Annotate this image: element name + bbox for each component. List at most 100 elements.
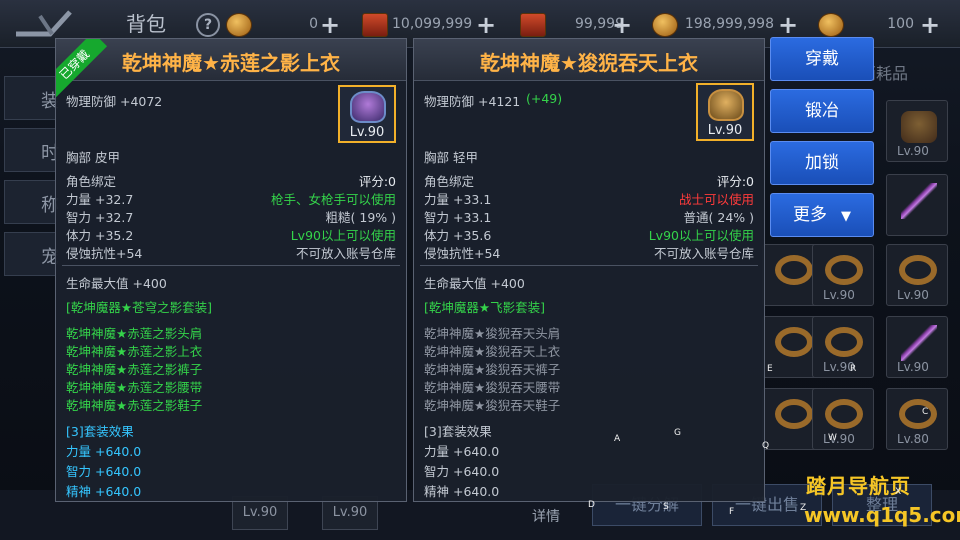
- physical-defense: 物理防御 +4121: [424, 94, 521, 109]
- set-effect: 智力 +640.0: [66, 464, 142, 479]
- key-marker: S: [663, 502, 669, 512]
- back-arrow-icon[interactable]: [10, 6, 86, 40]
- more-label: 更多: [793, 205, 827, 225]
- score: 评分:0: [716, 174, 754, 189]
- armor-icon: [350, 91, 386, 123]
- tab-fashion[interactable]: 时: [4, 128, 59, 172]
- armor-icon: [901, 111, 937, 143]
- add-scroll2-button[interactable]: +: [612, 11, 632, 39]
- tab-title[interactable]: 称: [4, 180, 59, 224]
- set-piece: 乾坤神魔★赤莲之影鞋子: [66, 398, 203, 413]
- currency-gold-2: 198,999,998 +: [652, 11, 802, 39]
- set-effect-title: [3]套装效果: [424, 424, 492, 439]
- ring-icon: [775, 255, 813, 285]
- lock-button[interactable]: 加锁: [770, 141, 874, 185]
- gold-coin-icon: [226, 13, 252, 37]
- stat-intelligence: 智力 +33.1: [424, 210, 492, 225]
- stat-max-hp: 生命最大值 +400: [424, 276, 525, 291]
- set-effect: 精神 +640.0: [424, 484, 500, 499]
- add-gold2-button[interactable]: +: [778, 11, 798, 39]
- item-name: 乾坤神魔★狻猊吞天上衣: [480, 51, 698, 75]
- set-name: [乾坤魔器★苍穹之影套装]: [66, 300, 212, 315]
- help-icon[interactable]: ?: [196, 13, 220, 37]
- add-gold-button[interactable]: +: [320, 11, 340, 39]
- set-effect: 精神 +640.0: [66, 484, 142, 499]
- inventory-slot[interactable]: Lv.90: [886, 316, 948, 378]
- inventory-slot[interactable]: Lv.90: [886, 244, 948, 306]
- ring-icon: [775, 399, 813, 429]
- item-icon: Lv.90: [338, 85, 396, 143]
- scroll-icon: [362, 13, 388, 37]
- key-marker: A: [614, 434, 621, 444]
- set-piece: 乾坤神魔★赤莲之影腰带: [66, 380, 203, 395]
- stat-erosion-resist: 侵蚀抗性+54: [424, 246, 501, 261]
- ring-icon: [825, 255, 863, 285]
- inventory-slot[interactable]: [886, 174, 948, 236]
- gold-coin-icon: [652, 13, 678, 37]
- set-piece: 乾坤神魔★狻猊吞天裤子: [424, 362, 561, 377]
- wear-button[interactable]: 穿戴: [770, 37, 874, 81]
- bind-status: 角色绑定: [66, 174, 117, 189]
- stat-max-hp: 生命最大值 +400: [66, 276, 167, 291]
- ring-icon: [899, 255, 937, 285]
- defense-diff: (+49): [526, 91, 563, 106]
- chevron-down-icon: ▼: [841, 209, 851, 224]
- quality: 粗糙( 19% ): [325, 210, 396, 225]
- item-icon: Lv.90: [696, 83, 754, 141]
- weapon-icon: [901, 325, 937, 361]
- inventory-slot[interactable]: Lv.80: [886, 388, 948, 450]
- inventory-slot[interactable]: Lv.90: [812, 316, 874, 378]
- page-title: 背包: [126, 12, 166, 36]
- more-button[interactable]: 更多 ▼: [770, 193, 874, 237]
- equipped-item-tooltip: 已穿戴 乾坤神魔★赤莲之影上衣 物理防御 +4072 Lv.90 胸部 皮甲 角…: [55, 38, 407, 502]
- stat-strength: 力量 +32.7: [66, 192, 134, 207]
- set-piece: 乾坤神魔★赤莲之影头肩: [66, 326, 203, 341]
- inventory-slot[interactable]: Lv.90: [886, 100, 948, 162]
- key-marker: E: [767, 364, 773, 374]
- item-name: 乾坤神魔★赤莲之影上衣: [122, 51, 340, 75]
- detail-button[interactable]: 详情: [520, 500, 572, 534]
- physical-defense: 物理防御 +4072: [66, 94, 163, 109]
- stat-strength: 力量 +33.1: [424, 192, 492, 207]
- stat-intelligence: 智力 +32.7: [66, 210, 134, 225]
- set-effect: 力量 +640.0: [424, 444, 500, 459]
- set-piece: 乾坤神魔★狻猊吞天腰带: [424, 380, 561, 395]
- stat-vitality: 体力 +35.2: [66, 228, 134, 243]
- set-piece: 乾坤神魔★狻猊吞天鞋子: [424, 398, 561, 413]
- key-marker: X: [895, 487, 902, 497]
- set-name: [乾坤魔器★飞影套装]: [424, 300, 545, 315]
- stat-vitality: 体力 +35.6: [424, 228, 492, 243]
- set-piece: 乾坤神魔★赤莲之影上衣: [66, 344, 203, 359]
- key-marker: Z: [800, 503, 807, 513]
- scroll-icon: [520, 13, 546, 37]
- slot-type: 胸部 皮甲: [66, 150, 120, 165]
- currency-scroll-1: 10,099,999 +: [362, 11, 502, 39]
- forge-button[interactable]: 锻冶: [770, 89, 874, 133]
- inventory-slot[interactable]: Lv.90: [812, 244, 874, 306]
- stat-erosion-resist: 侵蚀抗性+54: [66, 246, 143, 261]
- tab-pet[interactable]: 宠: [4, 232, 59, 276]
- currency-gold: 0 +: [226, 11, 346, 39]
- key-marker: C: [922, 407, 929, 417]
- key-marker: G: [674, 428, 681, 438]
- key-marker: Q: [762, 441, 770, 451]
- set-effect: 智力 +640.0: [424, 464, 500, 479]
- inventory-slot[interactable]: Lv.90: [812, 388, 874, 450]
- storage-restriction: 不可放入账号仓库: [295, 246, 396, 261]
- gold-coin-icon: [818, 13, 844, 37]
- compare-item-tooltip: 乾坤神魔★狻猊吞天上衣 物理防御 +4121 (+49) Lv.90 胸部 轻甲…: [413, 38, 765, 502]
- add-scroll-button[interactable]: +: [476, 11, 496, 39]
- currency-scroll-2: 99,999 +: [520, 11, 640, 39]
- set-effect: 力量 +640.0: [66, 444, 142, 459]
- class-requirement: 枪手、女枪手可以使用: [270, 192, 396, 207]
- armor-icon: [708, 89, 744, 121]
- level-requirement: Lv90以上可以使用: [290, 228, 396, 243]
- ring-icon: [899, 399, 937, 429]
- bind-status: 角色绑定: [424, 174, 475, 189]
- ring-icon: [825, 399, 863, 429]
- key-marker: W: [828, 433, 837, 443]
- watermark-url: www.q1q5.com: [804, 503, 960, 527]
- currency-gold-3: 100 +: [818, 11, 948, 39]
- add-gold3-button[interactable]: +: [920, 11, 940, 39]
- tab-equipment[interactable]: 装: [4, 76, 59, 120]
